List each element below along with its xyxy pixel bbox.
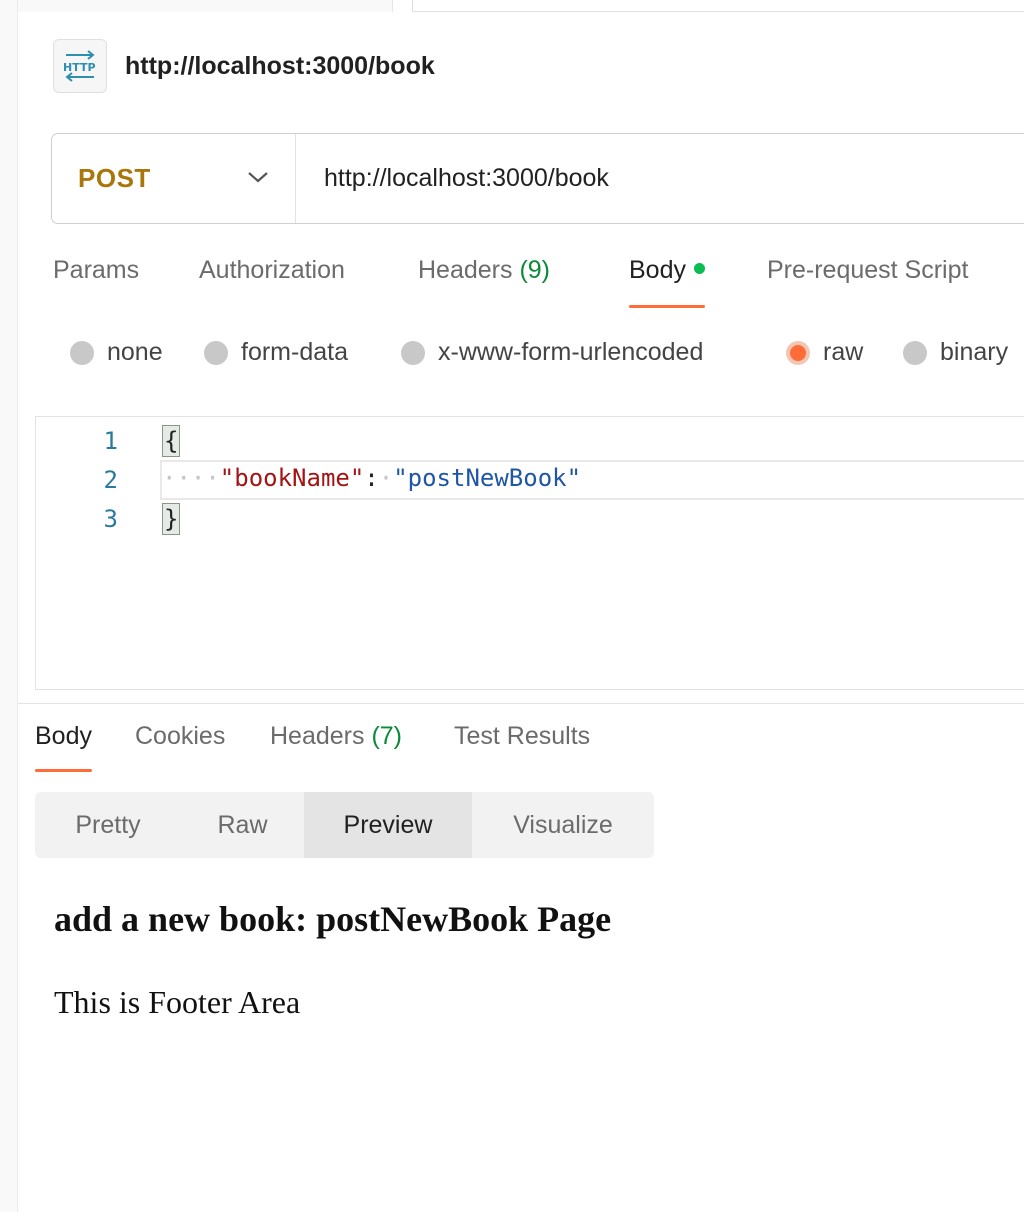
other-request-tab[interactable] [412,0,1024,12]
headers-count: (9) [519,256,551,284]
method-label: POST [78,163,151,193]
tab-authorization[interactable]: Authorization [199,256,345,285]
tab-divider [392,0,413,12]
code-line: { [162,425,181,457]
body-editor[interactable]: 1 { 2 ····"bookName":·"postNewBook" 3 } [35,416,1024,690]
radio-button[interactable] [401,340,425,365]
editor-line: 1 { [36,421,1024,459]
active-tab-underline [35,769,92,772]
open-brace: { [162,425,181,457]
close-brace: } [162,503,181,535]
view-pretty[interactable]: Pretty [35,792,181,858]
tab-label: Headers [270,722,365,750]
body-type-urlencoded[interactable]: x-www-form-urlencoded [401,338,703,367]
method-select[interactable]: POST [52,134,296,223]
tab-label: Body [35,722,92,750]
tab-label: Pre-request Script [767,256,969,284]
json-colon: : [364,464,379,492]
headers-count: (7) [371,722,403,750]
request-header: HTTP http://localhost:3000/book [53,38,435,94]
tab-headers[interactable]: Headers (9) [418,256,550,285]
view-label: Preview [343,810,433,839]
view-visualize[interactable]: Visualize [472,792,654,858]
response-tab-body[interactable]: Body [35,722,92,772]
line-number: 1 [103,427,118,455]
line-number: 3 [103,505,118,533]
tab-label: Body [629,256,686,284]
json-key: "bookName" [219,464,365,492]
url-bar: POST http://localhost:3000/book [51,133,1024,224]
option-label: form-data [241,338,348,366]
body-type-none[interactable]: none [70,338,163,367]
option-label: x-www-form-urlencoded [438,338,704,366]
chevron-down-icon [247,169,269,188]
line-number: 2 [103,466,118,494]
response-tab-headers[interactable]: Headers (7) [270,722,402,751]
request-title[interactable]: http://localhost:3000/book [125,52,435,81]
body-type-raw[interactable]: raw [786,338,863,367]
tab-params[interactable]: Params [53,256,139,285]
option-label: binary [940,338,1009,366]
view-preview[interactable]: Preview [304,792,472,858]
open-request-tab[interactable] [18,0,392,12]
response-tab-test-results[interactable]: Test Results [454,722,590,751]
view-label: Raw [217,810,268,839]
option-label: none [107,338,163,366]
tab-label: Cookies [135,722,226,750]
body-type-binary[interactable]: binary [903,338,1008,367]
tab-pre-request-script[interactable]: Pre-request Script [767,256,968,285]
radio-button-checked[interactable] [786,340,810,365]
url-input[interactable]: http://localhost:3000/book [296,164,609,193]
view-label: Visualize [513,810,613,839]
view-label: Pretty [75,810,141,839]
editor-line-active: 2 ····"bookName":·"postNewBook" [36,460,1024,500]
http-icon: HTTP [53,39,107,93]
code-line: } [162,503,181,535]
tab-label: Headers [418,256,513,284]
indent-whitespace: ···· [162,464,220,492]
radio-button[interactable] [204,340,228,365]
response-view-mode: Pretty Raw Preview Visualize [35,792,654,858]
body-type-form-data[interactable]: form-data [204,338,348,367]
json-value: "postNewBook" [393,464,582,492]
option-label: raw [823,338,864,366]
preview-heading: add a new book: postNewBook Page [54,899,612,939]
response-tab-cookies[interactable]: Cookies [135,722,225,751]
tab-label: Authorization [199,256,345,284]
pane-divider[interactable] [18,703,1024,704]
tab-label: Test Results [454,722,591,750]
radio-button[interactable] [70,340,94,365]
radio-button[interactable] [903,340,927,365]
active-tab-underline [629,305,705,308]
view-raw[interactable]: Raw [181,792,304,858]
body-set-indicator [693,262,705,274]
code-line: ····"bookName":·"postNewBook" [162,464,581,492]
space-whitespace: · [378,464,394,492]
svg-text:HTTP: HTTP [63,61,96,74]
editor-line: 3 } [36,499,1024,537]
sidebar-strip [0,0,18,1212]
request-tab-strip [18,0,1024,12]
preview-footer-text: This is Footer Area [54,984,301,1020]
tab-label: Params [53,256,140,284]
tab-body[interactable]: Body [629,256,705,308]
